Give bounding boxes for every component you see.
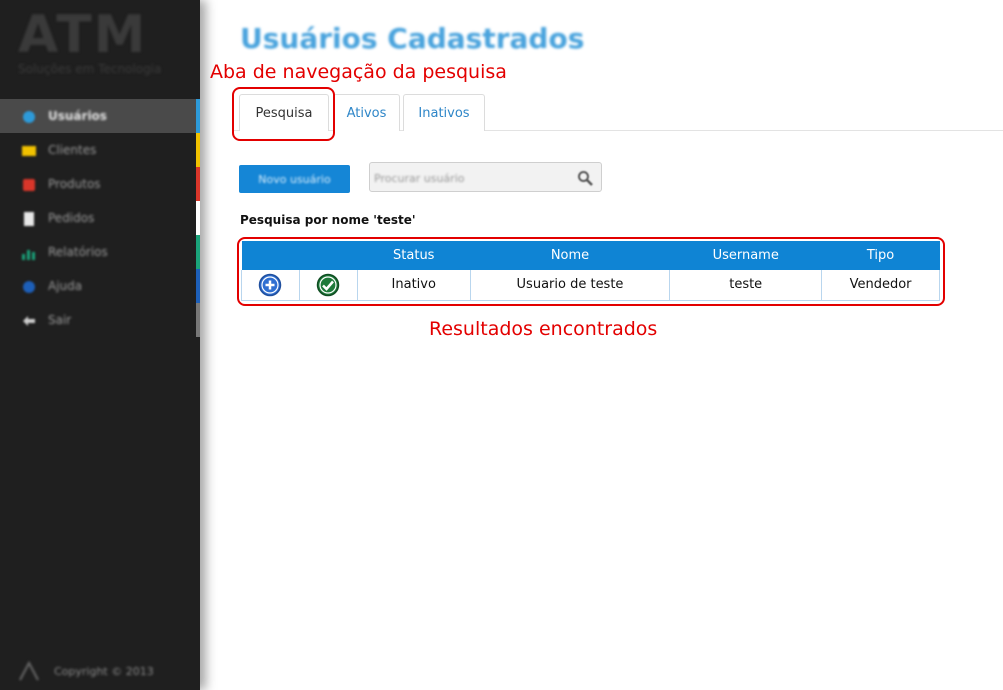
sidebar-item-stripe xyxy=(196,201,200,235)
state-cell xyxy=(298,270,358,301)
help-icon xyxy=(22,279,36,293)
chart-icon xyxy=(22,245,36,260)
search-result-label: Pesquisa por nome 'teste' xyxy=(240,213,416,227)
new-user-button-label: Novo usuário xyxy=(258,172,331,186)
annotation-tabs: Aba de navegação da pesquisa xyxy=(210,61,507,83)
sidebar-item-label: Produtos xyxy=(48,177,101,191)
sidebar-item-label: Sair xyxy=(48,313,72,327)
sidebar-item-label: Ajuda xyxy=(48,279,83,293)
sidebar-item-usuarios[interactable]: Usuários xyxy=(0,99,200,133)
sidebar-item-stripe xyxy=(196,133,200,167)
sidebar-item-stripe xyxy=(196,167,200,201)
sidebar: ATM Soluções em Tecnologia Usuários Clie… xyxy=(0,0,200,690)
footer-logo-icon xyxy=(18,660,40,682)
page-title: Usuários Cadastrados xyxy=(240,22,585,55)
logo-tagline: Soluções em Tecnologia xyxy=(18,62,162,76)
sidebar-item-pedidos[interactable]: Pedidos xyxy=(0,201,200,235)
column-header-username: Username xyxy=(669,241,823,270)
exit-icon xyxy=(22,313,36,327)
column-header-tipo: Tipo xyxy=(821,241,940,270)
sidebar-footer: Copyright © 2013 xyxy=(18,660,154,682)
annotation-results: Resultados encontrados xyxy=(429,318,658,340)
sidebar-item-label: Usuários xyxy=(48,109,107,123)
column-header-expand xyxy=(241,241,300,270)
tipo-cell: Vendedor xyxy=(821,270,940,301)
sidebar-item-ajuda[interactable]: Ajuda xyxy=(0,269,200,303)
column-header-nome: Nome xyxy=(470,241,671,270)
nome-cell: Usuario de teste xyxy=(469,270,671,301)
search-box xyxy=(369,162,602,192)
sidebar-item-produtos[interactable]: Produtos xyxy=(0,167,200,201)
status-cell: Inativo xyxy=(356,270,471,301)
search-icon[interactable] xyxy=(577,170,593,186)
sidebar-item-label: Relatórios xyxy=(48,245,108,259)
search-input[interactable] xyxy=(374,168,564,188)
sidebar-item-relatorios[interactable]: Relatórios xyxy=(0,235,200,269)
check-circle-icon[interactable] xyxy=(316,273,340,297)
document-icon xyxy=(22,211,36,226)
sidebar-item-stripe xyxy=(196,269,200,303)
logo: ATM Soluções em Tecnologia xyxy=(18,6,186,86)
tab-inativos[interactable]: Inativos xyxy=(403,94,485,131)
card-icon xyxy=(22,143,36,157)
sidebar-item-label: Pedidos xyxy=(48,211,95,225)
sidebar-item-sair[interactable]: Sair xyxy=(0,303,200,337)
table-row[interactable]: Inativo Usuario de teste teste Vendedor xyxy=(241,270,940,301)
sidebar-item-stripe xyxy=(196,99,200,133)
sidebar-item-clientes[interactable]: Clientes xyxy=(0,133,200,167)
plus-circle-icon[interactable] xyxy=(258,273,282,297)
table-header-row: Status Nome Username Tipo xyxy=(241,241,940,270)
results-table: Status Nome Username Tipo Inativo Usuari… xyxy=(241,241,940,301)
sidebar-item-stripe xyxy=(196,235,200,269)
box-icon xyxy=(22,177,36,191)
column-header-status: Status xyxy=(357,241,471,270)
sidebar-item-stripe xyxy=(196,303,200,337)
tab-ativos[interactable]: Ativos xyxy=(333,94,400,131)
copyright-text: Copyright © 2013 xyxy=(54,664,154,678)
logo-text: ATM xyxy=(18,5,148,65)
user-icon xyxy=(22,109,36,123)
new-user-button[interactable]: Novo usuário xyxy=(239,165,350,193)
username-cell: teste xyxy=(669,270,823,301)
sidebar-item-label: Clientes xyxy=(48,143,97,157)
tab-pesquisa[interactable]: Pesquisa xyxy=(239,94,329,131)
expand-cell xyxy=(241,270,300,301)
sidebar-nav: Usuários Clientes Produtos Pedidos Relat… xyxy=(0,99,200,337)
column-header-state xyxy=(299,241,358,270)
